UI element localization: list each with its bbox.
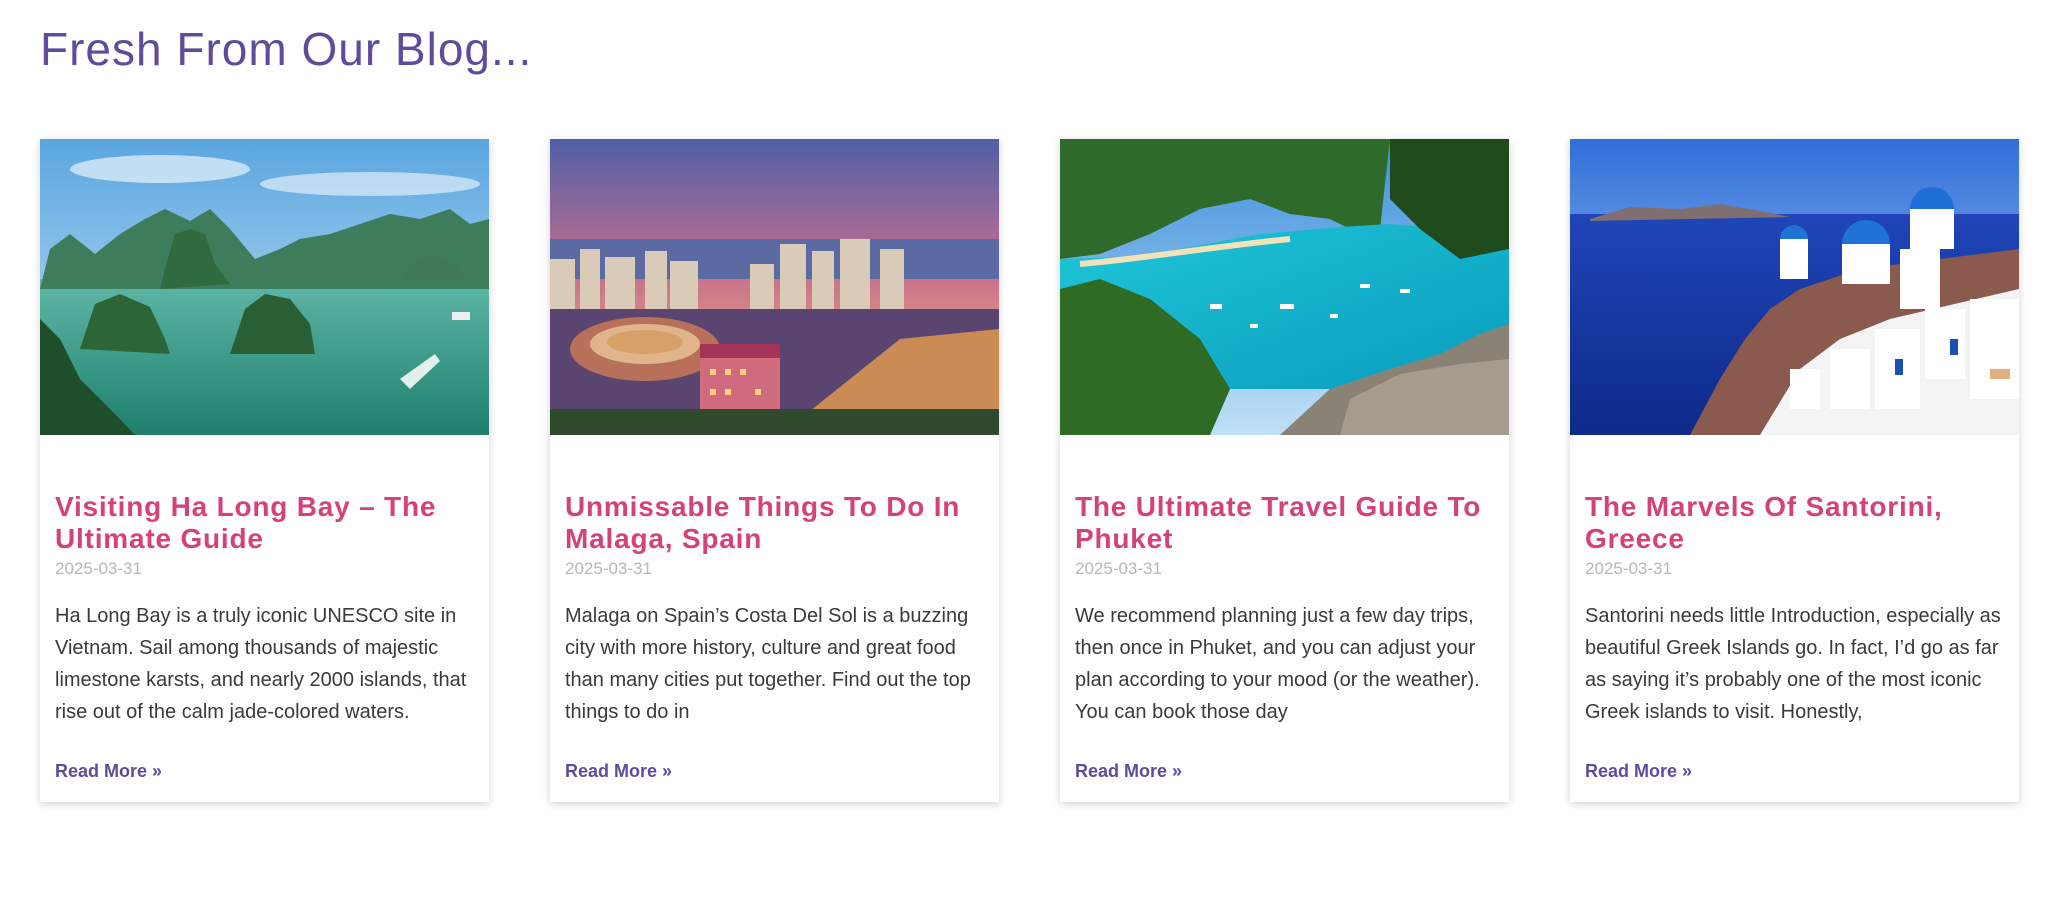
post-date: 2025-03-31: [1075, 559, 1162, 578]
post-grid: Visiting Ha Long Bay – The Ultimate Guid…: [40, 139, 2019, 802]
post-image-ha-long-bay[interactable]: [40, 139, 489, 435]
post-title[interactable]: Unmissable Things To Do In Malaga, Spain: [565, 491, 984, 555]
post-title[interactable]: The Marvels Of Santorini, Greece: [1585, 491, 2004, 555]
post-title[interactable]: The Ultimate Travel Guide To Phuket: [1075, 491, 1494, 555]
ha-long-bay-photo: [40, 139, 489, 435]
blog-section: Fresh From Our Blog... Visiting Ha Long …: [0, 0, 2060, 907]
section-title: Fresh From Our Blog...: [40, 23, 533, 75]
post-image-phuket[interactable]: [1060, 139, 1509, 435]
post-card: The Ultimate Travel Guide To Phuket 2025…: [1060, 139, 1509, 802]
post-date: 2025-03-31: [1585, 559, 1672, 578]
post-excerpt: Santorini needs little Introduction, esp…: [1585, 605, 2001, 723]
post-card: Visiting Ha Long Bay – The Ultimate Guid…: [40, 139, 489, 802]
post-excerpt: Malaga on Spain’s Costa Del Sol is a buz…: [565, 605, 971, 723]
post-card: The Marvels Of Santorini, Greece 2025-03…: [1570, 139, 2019, 802]
read-more-link[interactable]: Read More »: [1075, 761, 1182, 782]
post-card: Unmissable Things To Do In Malaga, Spain…: [550, 139, 999, 802]
malaga-city-photo: [550, 139, 999, 435]
post-date: 2025-03-31: [55, 559, 142, 578]
read-more-link[interactable]: Read More »: [55, 761, 162, 782]
post-excerpt: Ha Long Bay is a truly iconic UNESCO sit…: [55, 605, 467, 723]
post-date: 2025-03-31: [565, 559, 652, 578]
post-image-malaga[interactable]: [550, 139, 999, 435]
read-more-link[interactable]: Read More »: [1585, 761, 1692, 782]
phuket-beach-photo: [1060, 139, 1509, 435]
post-image-santorini[interactable]: [1570, 139, 2019, 435]
read-more-link[interactable]: Read More »: [565, 761, 672, 782]
post-title[interactable]: Visiting Ha Long Bay – The Ultimate Guid…: [55, 491, 474, 555]
santorini-photo: [1570, 139, 2019, 435]
post-excerpt: We recommend planning just a few day tri…: [1075, 605, 1480, 723]
